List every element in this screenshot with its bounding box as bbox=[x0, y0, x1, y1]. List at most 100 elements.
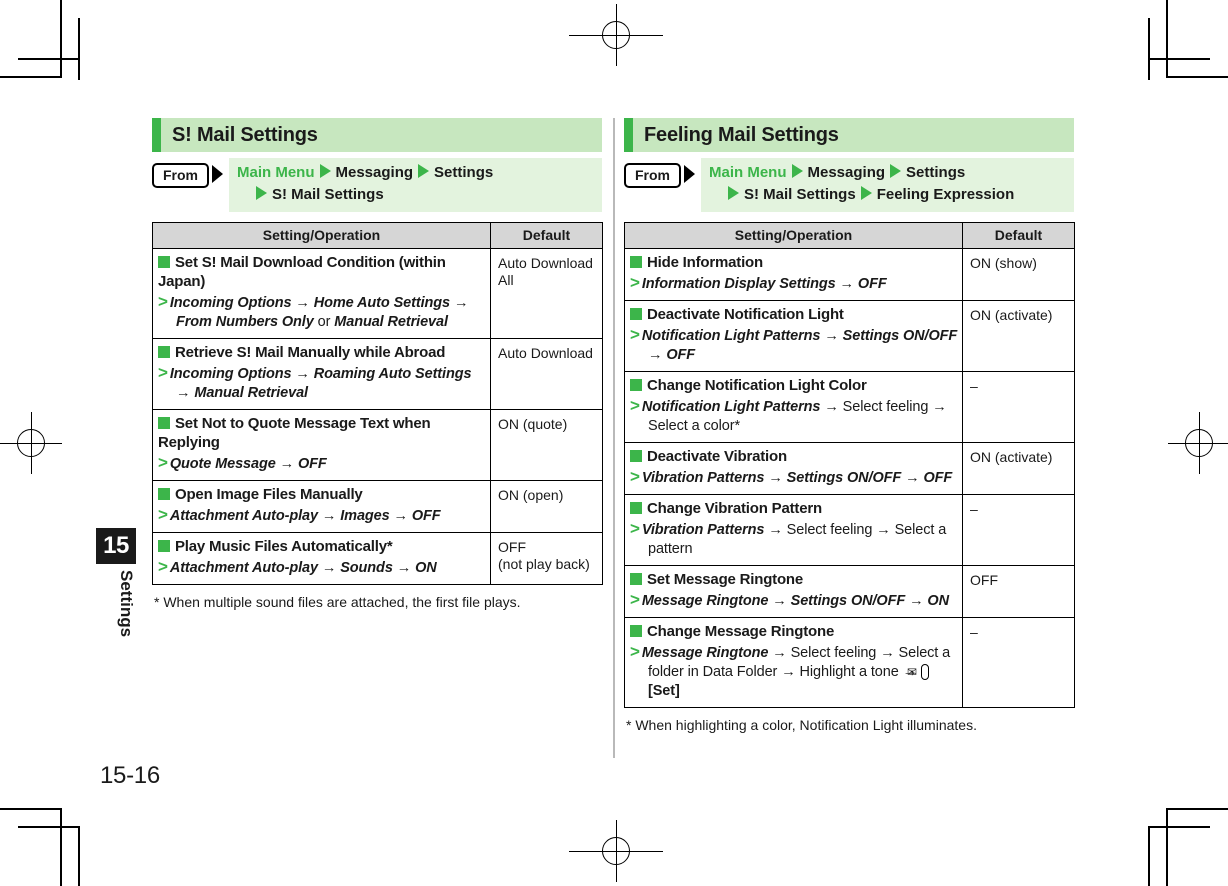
operation-path: > Vibration Patterns → Select feeling → S… bbox=[630, 519, 947, 557]
default-value-cell: Auto Download All bbox=[490, 248, 603, 339]
footnote: * When highlighting a color, Notificatio… bbox=[626, 717, 977, 733]
default-value-cell: ON (activate) bbox=[962, 300, 1075, 372]
table-row: Change Vibration Pattern > Vibration Patte… bbox=[624, 494, 1075, 566]
chapter-number-tab: 15 bbox=[96, 528, 136, 564]
path-marker-icon: > bbox=[158, 557, 168, 576]
operation-cell: Play Music Files Automatically* > Attachme… bbox=[152, 532, 491, 585]
operation-path: > Notification Light Patterns → Settings … bbox=[630, 325, 958, 363]
operation-path: > Notification Light Patterns → Select fe… bbox=[630, 396, 947, 434]
default-value-cell: ON (quote) bbox=[490, 409, 603, 481]
table-row: Change Notification Light Color > Notifica… bbox=[624, 371, 1075, 443]
operation-cell: Set S! Mail Download Condition (within J… bbox=[152, 248, 491, 339]
default-value-cell: ON (open) bbox=[490, 480, 603, 533]
breadcrumb-line: S! Mail Settings Feeling Expression bbox=[709, 184, 1066, 206]
green-square-bullet-icon bbox=[158, 488, 170, 500]
operation-title: Play Music Files Automatically* bbox=[158, 537, 486, 556]
operation-cell: Change Vibration Pattern > Vibration Patte… bbox=[624, 494, 963, 566]
breadcrumb-item[interactable]: S! Mail Settings bbox=[272, 186, 384, 203]
operation-cell: Open Image Files Manually > Attachment Aut… bbox=[152, 480, 491, 533]
crumb-separator-icon bbox=[256, 186, 267, 200]
green-square-bullet-icon bbox=[158, 417, 170, 429]
operation-title: Change Notification Light Color bbox=[630, 376, 958, 395]
operation-path: > Attachment Auto-play → Images → OFF bbox=[158, 505, 441, 524]
breadcrumb: Main Menu Messaging Settings S! Mail Settin… bbox=[701, 158, 1074, 212]
column-header-operation: Setting/Operation bbox=[624, 222, 963, 249]
operation-cell: Hide Information > Information Display Set… bbox=[624, 248, 963, 301]
operation-title: Change Vibration Pattern bbox=[630, 499, 958, 518]
manual-page: 15 Settings 15-16 S! Mail Settings From Ma… bbox=[0, 0, 1228, 886]
path-marker-icon: > bbox=[158, 505, 168, 524]
breadcrumb-item[interactable]: Settings bbox=[434, 164, 493, 181]
section-header: Feeling Mail Settings bbox=[624, 118, 1074, 152]
column-divider bbox=[613, 118, 615, 758]
default-value-cell: – bbox=[962, 494, 1075, 566]
breadcrumb-item[interactable]: Settings bbox=[906, 164, 965, 181]
operation-title: Open Image Files Manually bbox=[158, 485, 486, 504]
from-breadcrumb-row: From Main Menu Messaging Settings S! Mail Se… bbox=[624, 158, 1074, 212]
breadcrumb-line: Main Menu Messaging Settings bbox=[709, 162, 1066, 184]
default-value-cell: OFF (not play back) bbox=[490, 532, 603, 585]
operation-path: > Message Ringtone → Select feeling → Sel… bbox=[630, 642, 951, 699]
operation-cell: Change Notification Light Color > Notifica… bbox=[624, 371, 963, 443]
breadcrumb-item[interactable]: S! Mail Settings bbox=[744, 186, 856, 203]
table-row: Play Music Files Automatically* > Attachme… bbox=[152, 532, 603, 585]
breadcrumb-item[interactable]: Messaging bbox=[808, 164, 886, 181]
path-marker-icon: > bbox=[158, 363, 168, 382]
crumb-separator-icon bbox=[860, 186, 872, 200]
operation-title: Set Not to Quote Message Text when Reply… bbox=[158, 415, 431, 451]
from-pointer-icon bbox=[212, 165, 223, 183]
breadcrumb-line: Main Menu Messaging Settings bbox=[237, 162, 594, 184]
table-row: Deactivate Vibration > Vibration Patterns … bbox=[624, 442, 1075, 495]
breadcrumb-item[interactable]: Main Menu bbox=[709, 164, 787, 181]
column-header-default: Default bbox=[962, 222, 1075, 249]
default-value-cell: ON (show) bbox=[962, 248, 1075, 301]
operation-cell: Deactivate Notification Light > Notificati… bbox=[624, 300, 963, 372]
green-square-bullet-icon bbox=[630, 625, 642, 637]
page-number: 15-16 bbox=[100, 762, 160, 789]
operation-title: Deactivate Vibration bbox=[630, 447, 958, 466]
from-tag-label: From bbox=[624, 163, 681, 188]
operation-path: > Vibration Patterns → Settings ON/OFF → … bbox=[630, 467, 953, 486]
registration-mark-right bbox=[1168, 412, 1228, 474]
breadcrumb: Main Menu Messaging Settings S! Mail Settin… bbox=[229, 158, 602, 212]
table-row: Set Not to Quote Message Text when Reply… bbox=[152, 409, 603, 481]
green-square-bullet-icon bbox=[158, 346, 170, 358]
operation-title: Retrieve S! Mail Manually while Abroad bbox=[158, 343, 486, 362]
from-tag-label: From bbox=[152, 163, 209, 188]
column-right: Feeling Mail Settings From Main Menu Messag… bbox=[624, 118, 1075, 734]
operation-path: > Information Display Settings → OFF bbox=[630, 273, 887, 292]
table-row: Open Image Files Manually > Attachment Aut… bbox=[152, 480, 603, 533]
default-value-cell: Auto Download bbox=[490, 338, 603, 410]
operation-title: Hide Information bbox=[630, 253, 958, 272]
section-accent-bar bbox=[624, 118, 633, 152]
default-value-cell: – bbox=[962, 371, 1075, 443]
settings-table: Setting/Operation Default Hide Information… bbox=[624, 222, 1075, 708]
operation-path: > Quote Message → OFF bbox=[158, 453, 327, 472]
crumb-separator-icon bbox=[890, 164, 902, 178]
section-header: S! Mail Settings bbox=[152, 118, 602, 152]
operation-title: Set Message Ringtone bbox=[630, 570, 958, 589]
green-square-bullet-icon bbox=[630, 256, 642, 268]
crumb-separator-icon bbox=[418, 164, 430, 178]
table-header-row: Setting/Operation Default bbox=[152, 222, 603, 249]
breadcrumb-item[interactable]: Feeling Expression bbox=[877, 186, 1015, 203]
breadcrumb-item[interactable]: Main Menu bbox=[237, 164, 315, 181]
path-marker-icon: > bbox=[630, 519, 640, 538]
path-marker-icon: > bbox=[630, 590, 640, 609]
path-marker-icon: > bbox=[158, 292, 168, 311]
green-square-bullet-icon bbox=[158, 256, 170, 268]
breadcrumb-line: S! Mail Settings bbox=[237, 184, 594, 206]
from-breadcrumb-row: From Main Menu Messaging Settings S! Mail Se… bbox=[152, 158, 602, 212]
breadcrumb-item[interactable]: Messaging bbox=[336, 164, 414, 181]
registration-mark-top bbox=[569, 4, 663, 66]
table-row: Deactivate Notification Light > Notificati… bbox=[624, 300, 1075, 372]
operation-cell: Set Message Ringtone > Message Ringtone → … bbox=[624, 565, 963, 618]
column-header-default: Default bbox=[490, 222, 603, 249]
crumb-separator-icon bbox=[319, 164, 331, 178]
default-value-cell: – bbox=[962, 617, 1075, 708]
green-square-bullet-icon bbox=[630, 379, 642, 391]
green-square-bullet-icon bbox=[630, 450, 642, 462]
section-title: Feeling Mail Settings bbox=[644, 123, 839, 146]
crumb-separator-icon bbox=[791, 164, 803, 178]
operation-path: > Attachment Auto-play → Sounds → ON bbox=[158, 557, 437, 576]
